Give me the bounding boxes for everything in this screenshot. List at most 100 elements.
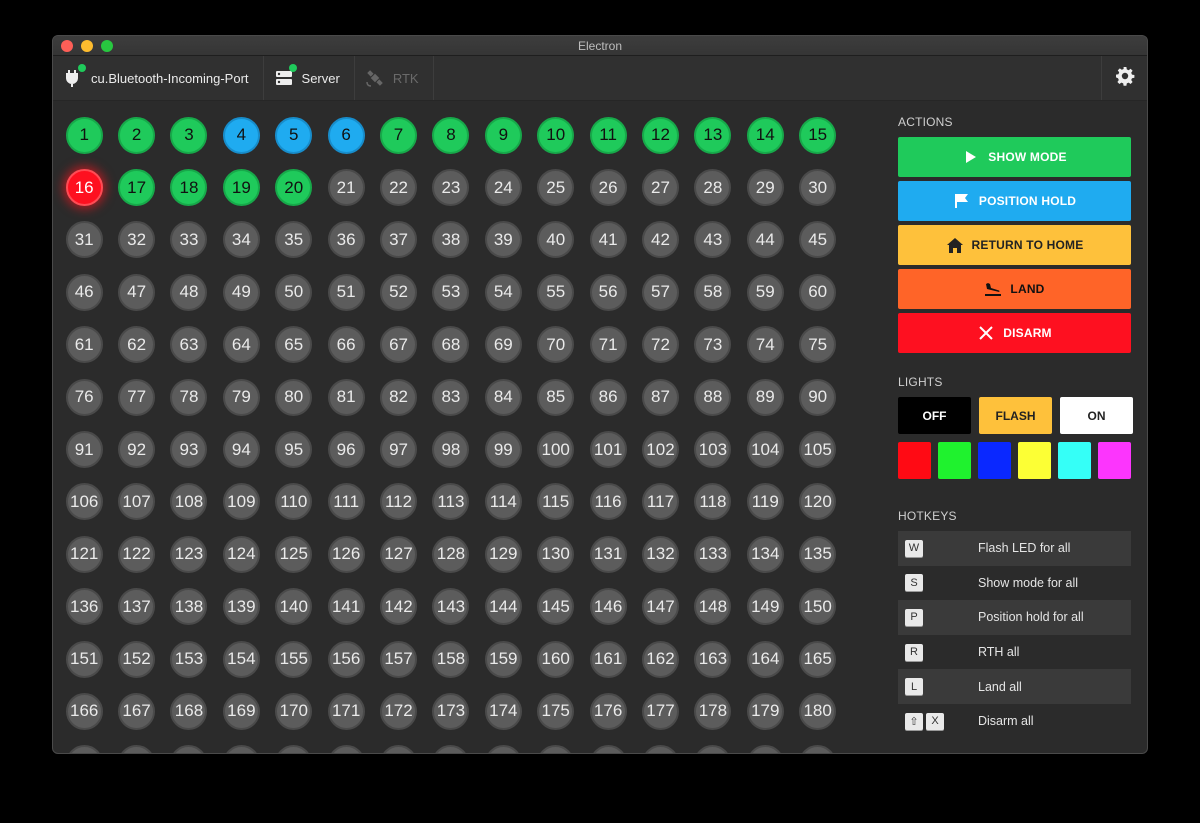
uav-33[interactable]: 33	[170, 221, 208, 259]
uav-3[interactable]: 3	[170, 116, 208, 154]
uav-79[interactable]: 79	[222, 378, 260, 416]
uav-116[interactable]: 116	[589, 483, 627, 521]
uav-97[interactable]: 97	[380, 431, 418, 469]
uav-95[interactable]: 95	[275, 431, 313, 469]
uav-9[interactable]: 9	[484, 116, 522, 154]
uav-40[interactable]: 40	[537, 221, 575, 259]
uav-82[interactable]: 82	[380, 378, 418, 416]
uav-108[interactable]: 108	[170, 483, 208, 521]
uav-102[interactable]: 102	[641, 431, 679, 469]
uav-35[interactable]: 35	[275, 221, 313, 259]
uav-163[interactable]: 163	[694, 640, 732, 678]
lights-on-button[interactable]: ON	[1060, 397, 1133, 434]
uav-94[interactable]: 94	[222, 431, 260, 469]
light-color-swatch-1[interactable]	[898, 442, 931, 479]
uav-140[interactable]: 140	[275, 588, 313, 626]
uav-64[interactable]: 64	[222, 326, 260, 364]
uav-15[interactable]: 15	[799, 116, 837, 154]
uav-68[interactable]: 68	[432, 326, 470, 364]
uav-118[interactable]: 118	[694, 483, 732, 521]
uav-157[interactable]: 157	[380, 640, 418, 678]
uav-111[interactable]: 111	[327, 483, 365, 521]
uav-156[interactable]: 156	[327, 640, 365, 678]
uav-166[interactable]: 166	[65, 692, 103, 730]
uav-57[interactable]: 57	[641, 273, 679, 311]
uav-162[interactable]: 162	[641, 640, 679, 678]
uav-169[interactable]: 169	[222, 692, 260, 730]
uav-78[interactable]: 78	[170, 378, 208, 416]
uav-69[interactable]: 69	[484, 326, 522, 364]
uav-26[interactable]: 26	[589, 169, 627, 207]
uav-177[interactable]: 177	[641, 692, 679, 730]
uav-183[interactable]: 183	[170, 745, 208, 753]
position-hold-button[interactable]: POSITION HOLD	[898, 181, 1131, 221]
uav-133[interactable]: 133	[694, 535, 732, 573]
uav-77[interactable]: 77	[118, 378, 156, 416]
uav-142[interactable]: 142	[380, 588, 418, 626]
uav-16[interactable]: 16	[65, 169, 103, 207]
rtk-button[interactable]: RTK	[355, 56, 434, 100]
uav-85[interactable]: 85	[537, 378, 575, 416]
uav-56[interactable]: 56	[589, 273, 627, 311]
uav-37[interactable]: 37	[380, 221, 418, 259]
uav-86[interactable]: 86	[589, 378, 627, 416]
uav-90[interactable]: 90	[799, 378, 837, 416]
server-button[interactable]: Server	[264, 56, 355, 100]
uav-119[interactable]: 119	[746, 483, 784, 521]
uav-8[interactable]: 8	[432, 116, 470, 154]
uav-192[interactable]: 192	[641, 745, 679, 753]
disarm-button[interactable]: DISARM	[898, 313, 1131, 353]
uav-113[interactable]: 113	[432, 483, 470, 521]
uav-80[interactable]: 80	[275, 378, 313, 416]
uav-32[interactable]: 32	[118, 221, 156, 259]
uav-139[interactable]: 139	[222, 588, 260, 626]
uav-153[interactable]: 153	[170, 640, 208, 678]
uav-72[interactable]: 72	[641, 326, 679, 364]
uav-135[interactable]: 135	[799, 535, 837, 573]
uav-58[interactable]: 58	[694, 273, 732, 311]
return-to-home-button[interactable]: RETURN TO HOME	[898, 225, 1131, 265]
uav-154[interactable]: 154	[222, 640, 260, 678]
uav-98[interactable]: 98	[432, 431, 470, 469]
uav-92[interactable]: 92	[118, 431, 156, 469]
uav-187[interactable]: 187	[380, 745, 418, 753]
uav-164[interactable]: 164	[746, 640, 784, 678]
uav-29[interactable]: 29	[746, 169, 784, 207]
uav-171[interactable]: 171	[327, 692, 365, 730]
uav-178[interactable]: 178	[694, 692, 732, 730]
uav-191[interactable]: 191	[589, 745, 627, 753]
uav-114[interactable]: 114	[484, 483, 522, 521]
uav-150[interactable]: 150	[799, 588, 837, 626]
uav-48[interactable]: 48	[170, 273, 208, 311]
uav-88[interactable]: 88	[694, 378, 732, 416]
uav-38[interactable]: 38	[432, 221, 470, 259]
uav-172[interactable]: 172	[380, 692, 418, 730]
land-button[interactable]: LAND	[898, 269, 1131, 309]
uav-161[interactable]: 161	[589, 640, 627, 678]
uav-73[interactable]: 73	[694, 326, 732, 364]
uav-52[interactable]: 52	[380, 273, 418, 311]
uav-60[interactable]: 60	[799, 273, 837, 311]
uav-99[interactable]: 99	[484, 431, 522, 469]
uav-184[interactable]: 184	[222, 745, 260, 753]
uav-109[interactable]: 109	[222, 483, 260, 521]
uav-176[interactable]: 176	[589, 692, 627, 730]
uav-7[interactable]: 7	[380, 116, 418, 154]
light-color-swatch-3[interactable]	[978, 442, 1011, 479]
uav-165[interactable]: 165	[799, 640, 837, 678]
uav-20[interactable]: 20	[275, 169, 313, 207]
uav-67[interactable]: 67	[380, 326, 418, 364]
uav-130[interactable]: 130	[537, 535, 575, 573]
uav-167[interactable]: 167	[118, 692, 156, 730]
uav-83[interactable]: 83	[432, 378, 470, 416]
uav-134[interactable]: 134	[746, 535, 784, 573]
uav-105[interactable]: 105	[799, 431, 837, 469]
uav-44[interactable]: 44	[746, 221, 784, 259]
uav-96[interactable]: 96	[327, 431, 365, 469]
uav-59[interactable]: 59	[746, 273, 784, 311]
uav-100[interactable]: 100	[537, 431, 575, 469]
uav-91[interactable]: 91	[65, 431, 103, 469]
uav-151[interactable]: 151	[65, 640, 103, 678]
uav-70[interactable]: 70	[537, 326, 575, 364]
uav-193[interactable]: 193	[694, 745, 732, 753]
